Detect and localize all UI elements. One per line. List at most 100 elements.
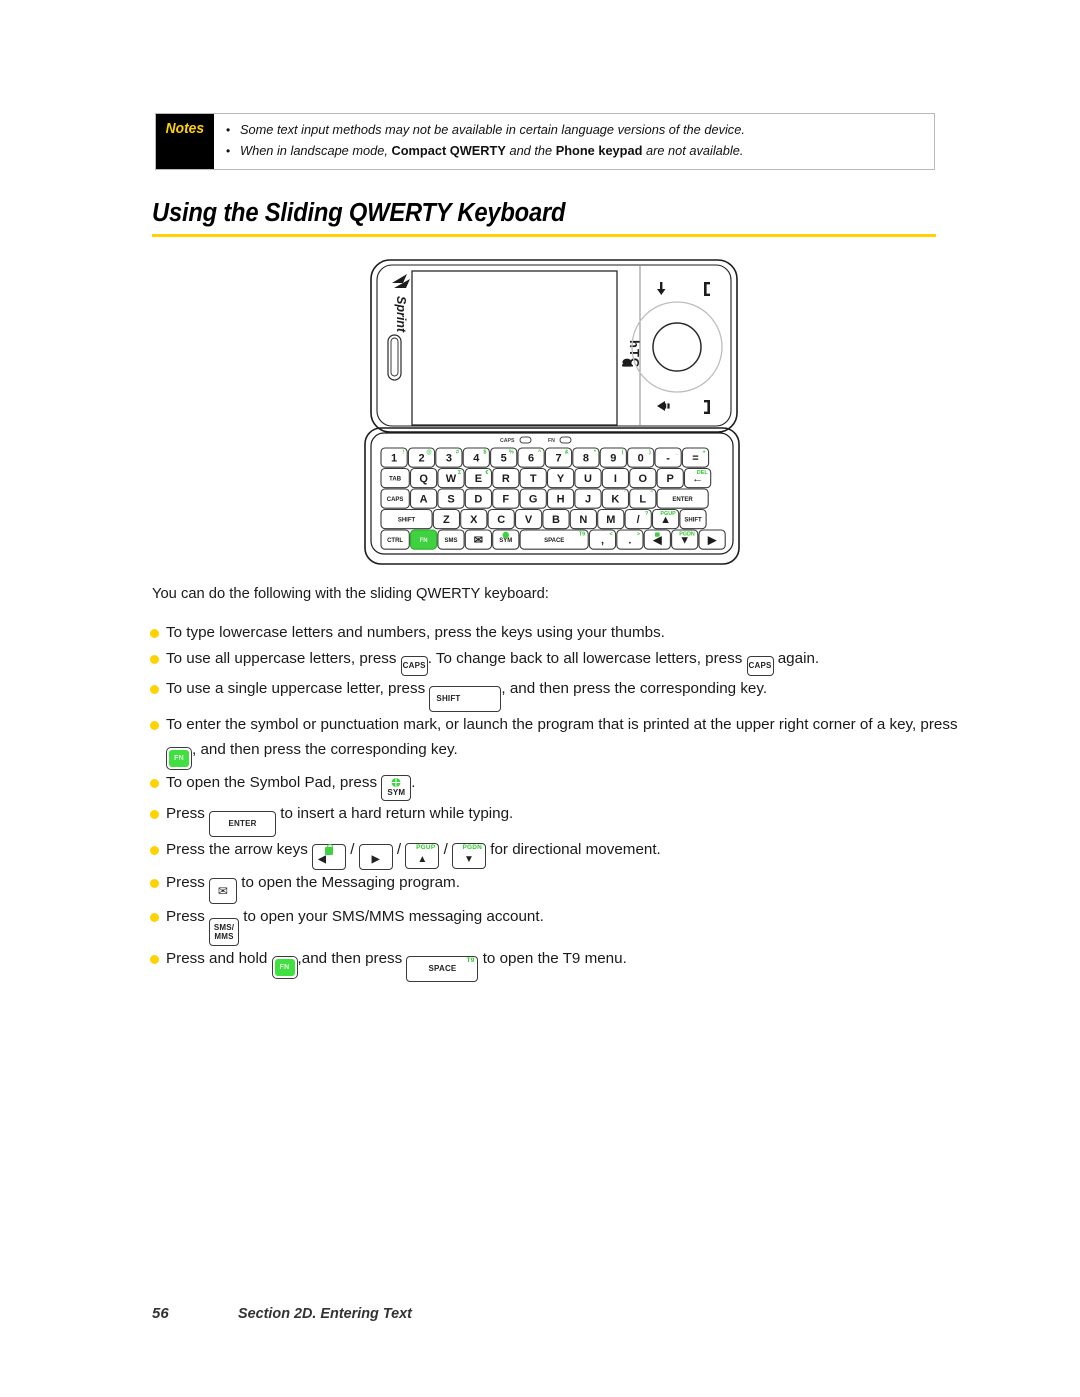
phone-key-label: Y [557, 473, 565, 485]
bullet-dot-icon [150, 655, 166, 664]
bullet-text-run: / [439, 840, 453, 858]
phone-key-alt-label: DEL [697, 470, 708, 476]
bullet-dot-icon [150, 778, 166, 788]
phone-key-alt-label: ) [649, 450, 651, 456]
bullet-text: Press and hold FN ,and then press T9 SPACE… [166, 947, 960, 983]
phone-key-alt-label: PGDN [679, 532, 695, 538]
bullet-text: Press SMS/MMS to open your SMS/MMS messa… [166, 905, 960, 947]
instruction-bullet-list: To type lowercase letters and numbers, p… [150, 621, 960, 983]
bullet-text: To open the Symbol Pad, press SYM. [166, 771, 960, 801]
phone-key-label: H [557, 494, 565, 506]
phone-key-label: . [628, 535, 631, 547]
bullet-text-run: to insert a hard return while typing. [276, 804, 514, 822]
bullet-text-run: To use a single uppercase letter, press [166, 680, 430, 697]
bullet-text-run: again. [773, 650, 820, 667]
phone-key-label: 5 [501, 453, 507, 465]
sym-key-glyph: SYM [381, 774, 412, 801]
phone-key-alt-label: ! [402, 450, 404, 456]
phone-key-alt-label: ' [624, 491, 625, 497]
bullet-dot-icon [150, 878, 166, 888]
phone-key-label: 4 [473, 453, 480, 465]
phone-key-label: X [470, 514, 478, 526]
bullet-text-run: for directional movement. [486, 840, 661, 858]
bullet-text-run: Press [166, 907, 210, 925]
phone-key-label: U [584, 473, 592, 485]
bullet-text-run: To use all uppercase letters, press [166, 650, 401, 667]
phone-key-label: ✉ [474, 535, 483, 547]
bullet-text-run: / [346, 840, 359, 858]
bullet-text-run: to open the T9 menu. [478, 950, 627, 968]
phone-key-label: O [639, 473, 648, 485]
phone-key-alt-label: " [650, 491, 653, 497]
phone-key-label: M [606, 514, 615, 526]
svg-text:Sprint: Sprint [394, 296, 408, 333]
sliding-qwerty-phone-illustration: Sprint hTC CAPS FN 1 ! 2 @ 3 # 4 $ 5 % 6… [352, 252, 752, 574]
note-item: • Some text input methods may not be ava… [226, 119, 924, 140]
page-title: Using the Sliding QWERTY Keyboard [152, 199, 566, 227]
notes-label: Notes [165, 120, 205, 137]
bullet-text-run: . [411, 773, 416, 791]
caps-key-glyph: CAPS [400, 656, 428, 676]
bullet-text-run: Press the arrow keys [166, 840, 313, 858]
bullet-text-run: to open the Messaging program. [237, 873, 460, 891]
note-item: • When in landscape mode, Compact QWERTY… [226, 140, 924, 161]
shift-key-glyph: SHIFT [429, 686, 502, 712]
phone-key-label: CTRL [387, 538, 403, 544]
bullet-text-run: ,and then press [297, 950, 407, 968]
bullet-dot-icon [150, 629, 166, 638]
bullet-dot-icon [150, 955, 166, 965]
instruction-bullet: To type lowercase letters and numbers, p… [150, 621, 960, 646]
phone-key-label: , [601, 535, 604, 547]
phone-key-label: L [639, 494, 646, 506]
phone-key-alt-label: @ [426, 450, 431, 456]
messaging-key-glyph: ✉ [209, 877, 238, 904]
bullet-text: To enter the symbol or punctuation mark,… [166, 713, 960, 770]
space-key-glyph: T9 SPACE [406, 956, 479, 983]
footer-page-number: 56 [152, 1305, 169, 1322]
title-underline-rule [152, 234, 936, 237]
phone-key-alt-label: & [565, 450, 569, 456]
arrow-down-key-glyph: PGDN ▼ [452, 843, 487, 870]
phone-key-label: ENTER [672, 497, 693, 503]
phone-key-label: ▶ [707, 535, 717, 547]
bullet-text-run: To enter the symbol or punctuation mark,… [166, 716, 958, 733]
instruction-bullet: Press ✉ to open the Messaging program. [150, 871, 960, 904]
phone-key-label: G [529, 494, 538, 506]
phone-key-alt-label: # [456, 450, 459, 456]
bullet-text-run: to open your SMS/MMS messaging account. [239, 907, 544, 925]
caps-key-glyph: CAPS [746, 656, 774, 676]
phone-key-label: 1 [391, 453, 397, 465]
phone-key-label: P [667, 473, 674, 485]
instruction-bullet: To enter the symbol or punctuation mark,… [150, 713, 960, 770]
phone-key-label: J [585, 494, 591, 506]
bullet-text-run: Press [166, 804, 210, 822]
phone-key-label: SMS [444, 538, 457, 544]
phone-key-label: F [502, 494, 509, 506]
bullet-text-run: Press and hold [166, 950, 272, 968]
bullet-text: To use all uppercase letters, press CAPS… [166, 647, 960, 676]
instruction-bullet: Press the arrow keys ◀ / ▶ / PGUP ▲ / PGD… [150, 838, 960, 870]
bullet-dot-icon [150, 685, 166, 694]
phone-key-label: FN [420, 538, 428, 544]
phone-key-alt-label: PGUP [660, 511, 676, 517]
bullet-text: Press ✉ to open the Messaging program. [166, 871, 960, 904]
notes-item-list: • Some text input methods may not be ava… [214, 114, 934, 169]
sms-mms-key-glyph: SMS/MMS [209, 918, 240, 947]
phone-key-label: CAPS [387, 497, 404, 503]
fn-key-glyph: FN [166, 746, 192, 770]
keyboard-indicator-leds: CAPS FN [500, 436, 572, 444]
phone-key-label: / [637, 514, 640, 526]
phone-key-label: E [475, 473, 482, 485]
phone-key-alt-label: T9 [579, 532, 585, 538]
bullet-text: Press ENTER to insert a hard return whil… [166, 802, 960, 837]
intro-paragraph: You can do the following with the slidin… [152, 585, 549, 602]
arrow-right-key-glyph: ▶ [358, 843, 393, 870]
phone-key-label: SHIFT [684, 518, 702, 524]
bullet-text-run: , and then press the corresponding key. [192, 740, 458, 758]
globe-icon [391, 777, 401, 787]
bullet-text-run: , and then press the corresponding key. [501, 680, 768, 697]
note-text: Some text input methods may not be avail… [240, 122, 745, 137]
phone-key-alt-label: ? [645, 511, 648, 517]
bullet-text: To type lowercase letters and numbers, p… [166, 621, 960, 646]
phone-key-label: K [611, 494, 619, 506]
